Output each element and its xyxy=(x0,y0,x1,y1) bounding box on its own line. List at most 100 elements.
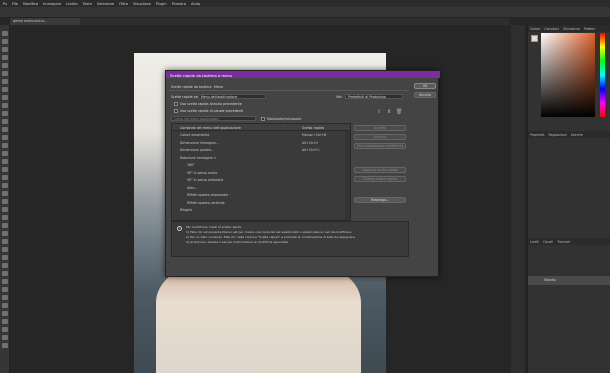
tool-icon[interactable] xyxy=(2,39,8,44)
tab-layers[interactable]: Livelli xyxy=(530,240,539,244)
tool-icon[interactable] xyxy=(2,239,8,244)
tool-icon[interactable] xyxy=(2,303,8,308)
tool-icon[interactable] xyxy=(2,247,8,252)
tab-patterns[interactable]: Pattern xyxy=(584,27,595,31)
table-row[interactable]: Rifletti quadro orizzontale xyxy=(172,193,344,199)
tab-paths[interactable]: Tracciati xyxy=(557,240,570,244)
case-sensitive-checkbox[interactable] xyxy=(261,117,265,121)
new-set-icon[interactable]: ⬆ xyxy=(387,109,391,115)
row-command: Rifletti quadro orizzontale xyxy=(187,193,229,197)
delete-shortcut-button[interactable]: Elimina scelta rapida xyxy=(354,176,406,182)
menu-item[interactable]: Plugin xyxy=(156,2,167,6)
tool-icon[interactable] xyxy=(2,111,8,116)
menu-item[interactable]: Modifica xyxy=(23,2,38,6)
set-select[interactable]: Predefiniti di Photoshop xyxy=(345,94,403,99)
tool-icon[interactable] xyxy=(2,255,8,260)
menu-item[interactable]: File xyxy=(12,2,18,6)
tool-icon[interactable] xyxy=(2,319,8,324)
menu-item[interactable]: Testo xyxy=(83,2,92,6)
tool-icon[interactable] xyxy=(2,135,8,140)
tool-icon[interactable] xyxy=(2,223,8,228)
tab-channels[interactable]: Canali xyxy=(543,240,553,244)
tool-icon[interactable] xyxy=(2,183,8,188)
tab-adjustments[interactable]: Regolazioni xyxy=(548,133,566,137)
table-scrollbar[interactable] xyxy=(345,131,350,220)
tab-libraries[interactable]: Librerie xyxy=(571,133,583,137)
table-row[interactable]: Dimensione immagine... Alt+Ctrl+I xyxy=(172,141,344,147)
add-shortcut-button[interactable]: Aggiungi scelta rapida xyxy=(354,167,406,173)
tool-icon[interactable] xyxy=(2,207,8,212)
tool-icon[interactable] xyxy=(2,271,8,276)
use-default-button[interactable]: Usa impostazione predefinita xyxy=(354,143,406,149)
tool-icon[interactable] xyxy=(2,79,8,84)
menu-item[interactable]: Livello xyxy=(66,2,78,6)
tool-icon[interactable] xyxy=(2,87,8,92)
table-row[interactable]: Rotazione immagine > xyxy=(172,156,344,162)
undo-shortcut-checkbox[interactable] xyxy=(174,102,178,106)
tool-icon[interactable] xyxy=(2,159,8,164)
hue-slider[interactable] xyxy=(600,33,605,117)
ok-button[interactable]: OK xyxy=(414,83,436,89)
table-row[interactable]: 90° in senso antiorario xyxy=(172,178,344,184)
tool-icon[interactable] xyxy=(2,47,8,52)
tool-icon[interactable] xyxy=(2,191,8,196)
menu-item[interactable]: Immagine xyxy=(43,2,61,6)
table-row[interactable]: 180° xyxy=(172,163,344,169)
tool-icon[interactable] xyxy=(2,199,8,204)
tool-icon[interactable] xyxy=(2,127,8,132)
tool-icon[interactable] xyxy=(2,175,8,180)
tool-icon[interactable] xyxy=(2,263,8,268)
table-row[interactable]: Colore automatico Maiusc+Ctrl+B xyxy=(172,133,344,139)
tool-icon[interactable] xyxy=(2,103,8,108)
tool-icon[interactable] xyxy=(2,343,8,348)
save-set-icon[interactable]: ⇪ xyxy=(377,109,381,115)
delete-set-icon[interactable]: 🗑 xyxy=(396,109,402,115)
menu-item[interactable]: Selezione xyxy=(97,2,114,6)
tool-icon[interactable] xyxy=(2,295,8,300)
summary-button[interactable]: Riepilogo... xyxy=(354,197,406,203)
tool-icon[interactable] xyxy=(2,311,8,316)
accept-button[interactable]: Accetta xyxy=(354,125,406,131)
tool-icon[interactable] xyxy=(2,143,8,148)
table-row[interactable]: 90° in senso orario xyxy=(172,171,344,177)
search-input[interactable]: Cerca nei menu Applicazioni xyxy=(171,116,256,121)
menu-item[interactable]: Aiuto xyxy=(191,2,200,6)
tab-properties[interactable]: Proprietà xyxy=(530,133,544,137)
menu-item[interactable]: Visualizza xyxy=(133,2,151,6)
tool-icon[interactable] xyxy=(2,63,8,68)
channel-shortcut-checkbox[interactable] xyxy=(174,109,178,113)
table-row[interactable]: Ritaglia xyxy=(172,208,344,214)
table-row[interactable]: Altro... xyxy=(172,186,344,192)
table-row[interactable]: Rifletti quadro verticale xyxy=(172,201,344,207)
cancel-button[interactable]: Annulla xyxy=(414,92,436,98)
menu-item[interactable]: Finestra xyxy=(172,2,186,6)
tab-color[interactable]: Colore xyxy=(530,27,540,31)
tab-menus[interactable]: Menu xyxy=(214,85,223,89)
layer-row[interactable]: Sfondo xyxy=(528,276,610,285)
tool-icon[interactable] xyxy=(2,231,8,236)
tool-icon[interactable] xyxy=(2,279,8,284)
color-picker-field[interactable] xyxy=(541,33,595,117)
foreground-swatch[interactable] xyxy=(531,35,538,42)
tool-icon[interactable] xyxy=(2,119,8,124)
tool-icon[interactable] xyxy=(2,71,8,76)
menu-item[interactable]: Ps xyxy=(3,2,7,6)
tool-icon[interactable] xyxy=(2,167,8,172)
menu-item[interactable]: Filtro xyxy=(119,2,128,6)
tool-icon[interactable] xyxy=(2,95,8,100)
tool-icon[interactable] xyxy=(2,55,8,60)
document-tab[interactable]: gente malinconica... xyxy=(10,18,80,25)
undo-button[interactable]: Annulla xyxy=(354,134,406,140)
tool-icon[interactable] xyxy=(2,215,8,220)
undo-shortcut-label: Usa scelta rapida Annulla precedente xyxy=(180,102,242,106)
tool-icon[interactable] xyxy=(2,31,8,36)
tool-icon[interactable] xyxy=(2,151,8,156)
tool-icon[interactable] xyxy=(2,287,8,292)
tab-keyboard-shortcuts[interactable]: Scelte rapide da tastiera xyxy=(171,85,212,89)
tab-gradients[interactable]: Sfumature xyxy=(563,27,580,31)
shortcuts-for-select[interactable]: Menu dell'applicazione xyxy=(198,94,266,99)
tool-icon[interactable] xyxy=(2,335,8,340)
table-row[interactable]: Dimensione quadro... Alt+Ctrl+C xyxy=(172,148,344,154)
tab-swatches[interactable]: Campioni xyxy=(544,27,559,31)
tool-icon[interactable] xyxy=(2,327,8,332)
